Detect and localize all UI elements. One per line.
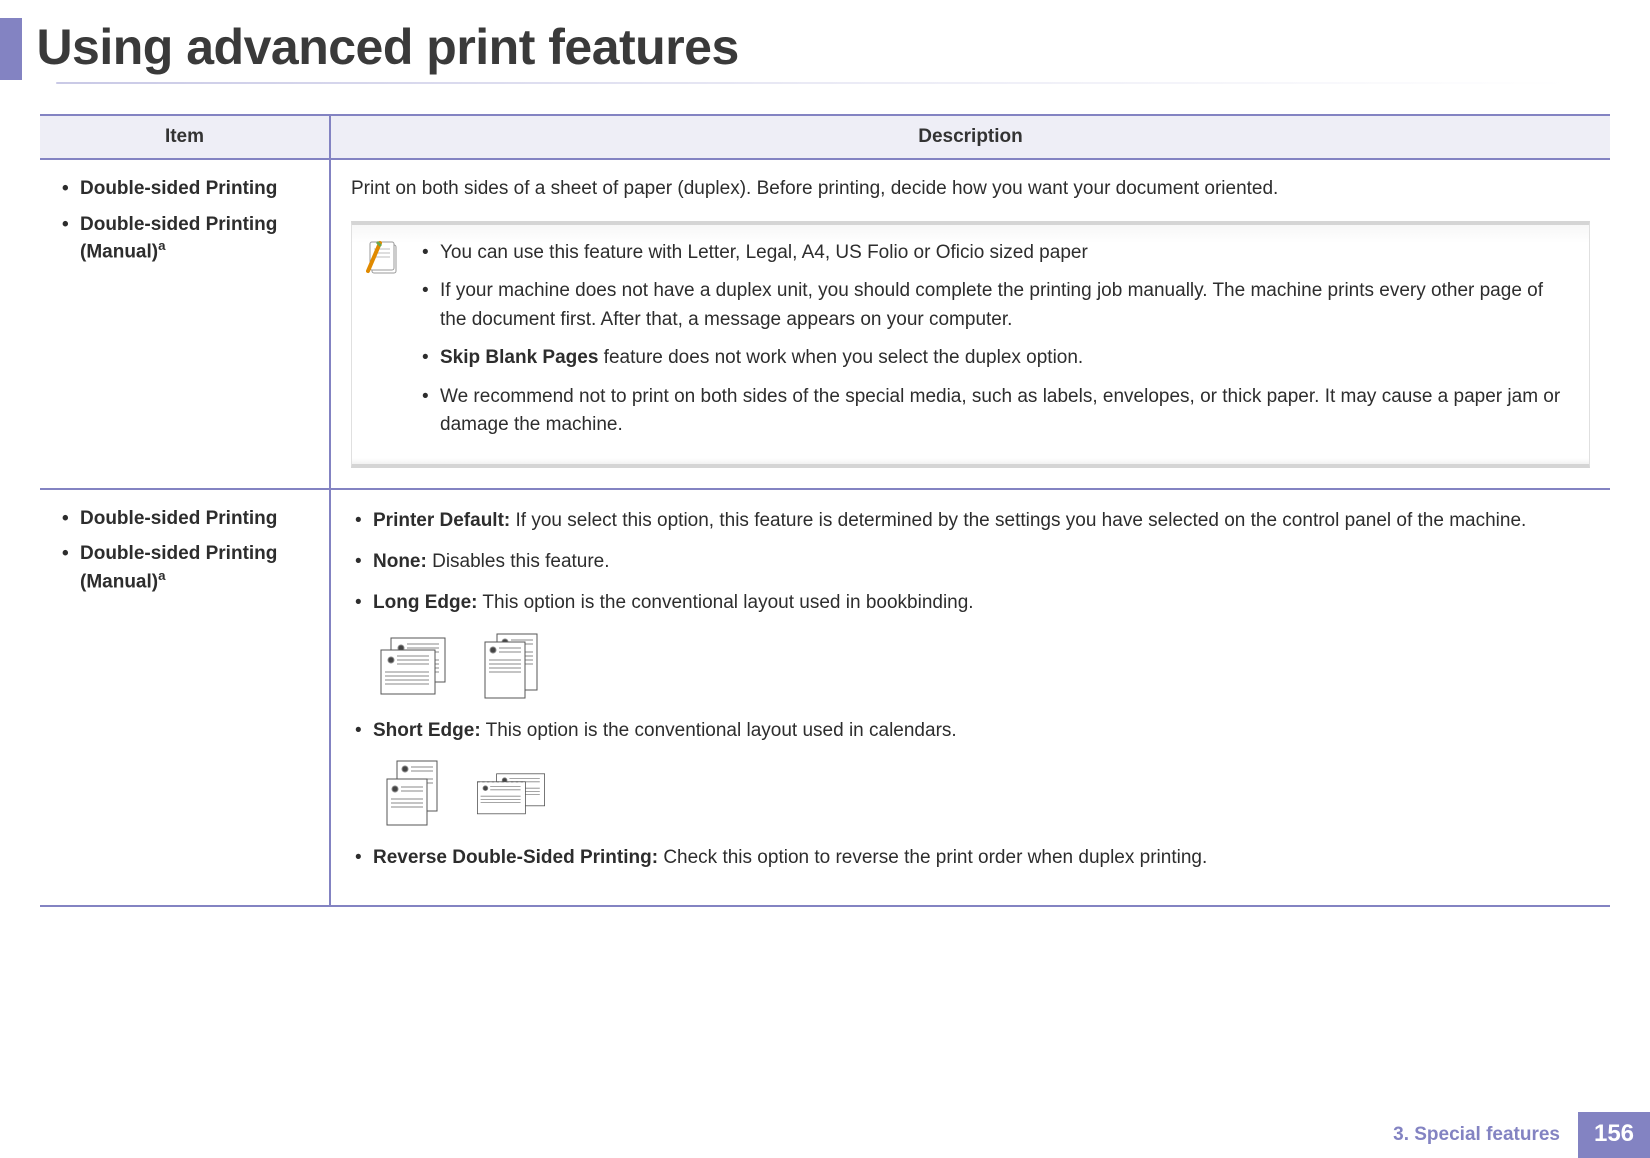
option-term: Printer Default: bbox=[373, 510, 510, 531]
note-item: If your machine does not have a duplex u… bbox=[422, 277, 1567, 334]
column-header-item: Item bbox=[40, 115, 330, 159]
long-edge-portrait-icon bbox=[471, 630, 551, 702]
item-double-sided-manual: Double-sided Printing (Manual)a bbox=[60, 212, 309, 266]
footnote-marker: a bbox=[158, 238, 165, 253]
option-text: This option is the conventional layout u… bbox=[477, 592, 973, 613]
item-cell: Double-sided Printing Double-sided Print… bbox=[40, 159, 330, 489]
page-header: Using advanced print features bbox=[0, 0, 1650, 84]
footnote-marker: a bbox=[158, 568, 165, 583]
options-list: Reverse Double-Sided Printing: Check thi… bbox=[351, 843, 1590, 872]
item-double-sided-manual: Double-sided Printing (Manual)a bbox=[60, 541, 309, 595]
option-text: If you select this option, this feature … bbox=[510, 510, 1526, 531]
item-list: Double-sided Printing Double-sided Print… bbox=[60, 176, 309, 265]
option-term: Reverse Double-Sided Printing: bbox=[373, 847, 658, 868]
description-cell: Print on both sides of a sheet of paper … bbox=[330, 159, 1610, 489]
note-text: feature does not work when you select th… bbox=[598, 347, 1083, 368]
header-underline bbox=[56, 82, 1570, 84]
option-term: Short Edge: bbox=[373, 720, 481, 741]
note-list: You can use this feature with Letter, Le… bbox=[422, 239, 1567, 440]
item-label-text: Double-sided Printing (Manual) bbox=[80, 214, 277, 263]
option-text: This option is the conventional layout u… bbox=[481, 720, 957, 741]
option-term: None: bbox=[373, 551, 427, 572]
header-accent-tab bbox=[0, 18, 22, 80]
features-table: Item Description Double-sided Printing D… bbox=[40, 114, 1610, 907]
options-list: Short Edge: This option is the conventio… bbox=[351, 716, 1590, 745]
note-item: We recommend not to print on both sides … bbox=[422, 383, 1567, 440]
table-row: Double-sided Printing Double-sided Print… bbox=[40, 489, 1610, 906]
note-icon bbox=[366, 239, 404, 277]
option-term: Long Edge: bbox=[373, 592, 477, 613]
options-list: Printer Default: If you select this opti… bbox=[351, 506, 1590, 618]
page-title: Using advanced print features bbox=[26, 18, 738, 76]
table-row: Double-sided Printing Double-sided Print… bbox=[40, 159, 1610, 489]
column-header-description: Description bbox=[330, 115, 1610, 159]
description-cell: Printer Default: If you select this opti… bbox=[330, 489, 1610, 906]
note-box: You can use this feature with Letter, Le… bbox=[351, 221, 1590, 468]
short-edge-illustrations bbox=[375, 757, 1590, 829]
page-footer: 3. Special features 156 bbox=[1393, 1112, 1650, 1158]
footer-page-number: 156 bbox=[1578, 1112, 1650, 1158]
content-area: Item Description Double-sided Printing D… bbox=[0, 84, 1650, 907]
note-item: You can use this feature with Letter, Le… bbox=[422, 239, 1567, 268]
option-long-edge: Long Edge: This option is the convention… bbox=[351, 588, 1590, 617]
footer-chapter-label: 3. Special features bbox=[1393, 1112, 1578, 1158]
option-printer-default: Printer Default: If you select this opti… bbox=[351, 506, 1590, 535]
long-edge-landscape-icon bbox=[375, 630, 455, 702]
short-edge-portrait-icon bbox=[375, 757, 455, 829]
item-label-text: Double-sided Printing (Manual) bbox=[80, 543, 277, 592]
option-none: None: Disables this feature. bbox=[351, 547, 1590, 576]
item-cell: Double-sided Printing Double-sided Print… bbox=[40, 489, 330, 906]
option-text: Disables this feature. bbox=[427, 551, 610, 572]
long-edge-illustrations bbox=[375, 630, 1590, 702]
option-text: Check this option to reverse the print o… bbox=[658, 847, 1207, 868]
item-list: Double-sided Printing Double-sided Print… bbox=[60, 506, 309, 595]
item-double-sided: Double-sided Printing bbox=[60, 506, 309, 532]
option-short-edge: Short Edge: This option is the conventio… bbox=[351, 716, 1590, 745]
item-double-sided: Double-sided Printing bbox=[60, 176, 309, 202]
option-reverse-duplex: Reverse Double-Sided Printing: Check thi… bbox=[351, 843, 1590, 872]
note-item: Skip Blank Pages feature does not work w… bbox=[422, 344, 1567, 373]
note-bold-term: Skip Blank Pages bbox=[440, 347, 598, 368]
short-edge-landscape-icon bbox=[471, 757, 551, 829]
lead-paragraph: Print on both sides of a sheet of paper … bbox=[351, 176, 1590, 203]
